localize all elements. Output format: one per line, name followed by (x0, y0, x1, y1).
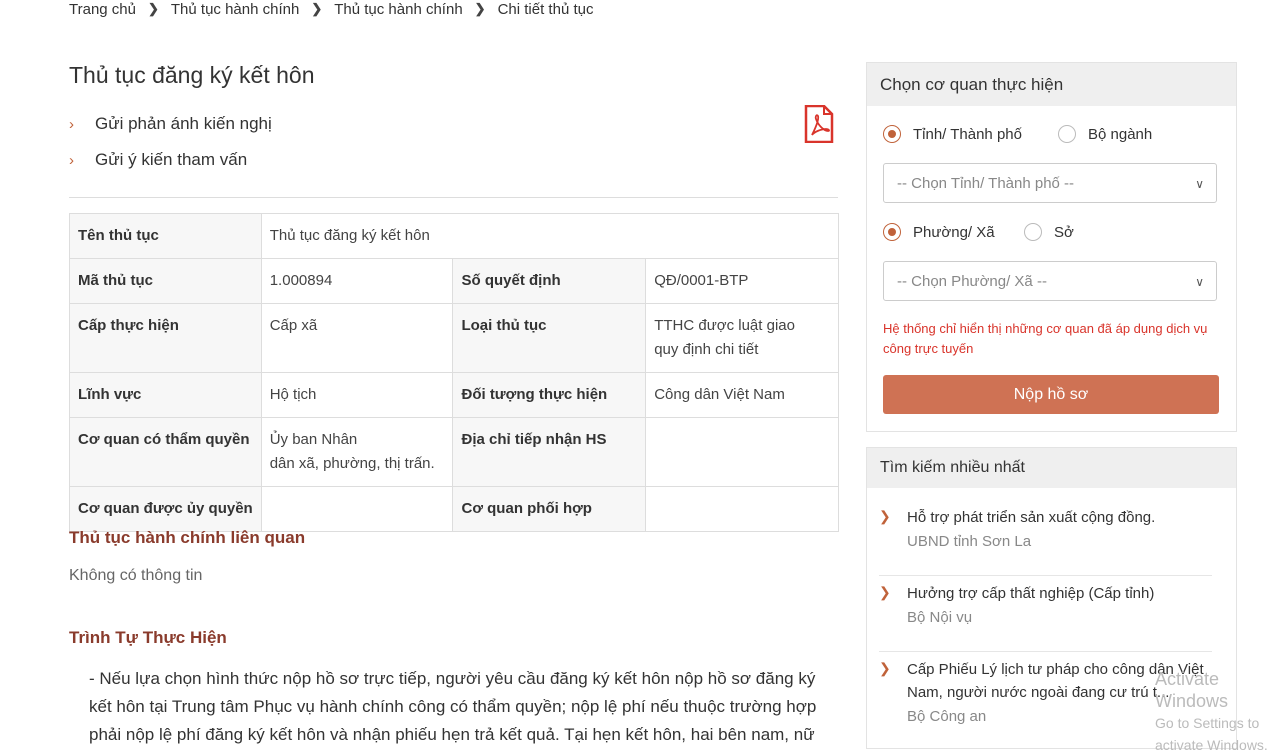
list-item[interactable]: ❯ Hưởng trợ cấp thất nghiệp (Cấp tỉnh) Bộ… (879, 582, 1224, 652)
submit-dossier-button[interactable]: Nộp hồ sơ (883, 375, 1219, 414)
table-value: QĐ/0001-BTP (645, 258, 839, 304)
list-item-title: Hưởng trợ cấp thất nghiệp (Cấp tỉnh) (907, 585, 1155, 602)
list-item-title: Hỗ trợ phát triển sản xuất cộng đồng. (907, 509, 1156, 526)
breadcrumb-current: Chi tiết thủ tục (497, 0, 594, 18)
chevron-down-icon: ∨ (1195, 275, 1204, 289)
table-label: Đối tượng thực hiện (452, 372, 647, 418)
chevron-right-icon: ❯ (311, 1, 323, 16)
pdf-icon[interactable] (804, 105, 834, 143)
table-value: TTHC được luật giao quy định chi tiết (645, 303, 839, 373)
radio-department-label: Sở (1054, 223, 1074, 241)
table-label: Cơ quan được ủy quyền (69, 486, 262, 532)
province-select[interactable]: -- Chọn Tỉnh/ Thành phố -- ∨ (883, 163, 1217, 203)
related-empty-text: Không có thông tin (69, 567, 203, 584)
table-value: Cấp xã (260, 303, 454, 373)
watermark-line2: Go to Settings to activate Windows. (1155, 715, 1268, 753)
divider (69, 197, 838, 198)
province-select-value: -- Chọn Tỉnh/ Thành phố -- (897, 175, 1075, 192)
radio-unchecked-icon (1058, 125, 1076, 143)
table-value: Hộ tịch (260, 372, 454, 418)
list-item-org: Bộ Nội vụ (907, 609, 973, 626)
radio-province-label: Tỉnh/ Thành phố (913, 125, 1022, 143)
table-value: Công dân Việt Nam (645, 372, 839, 418)
watermark-line1: Activate Windows (1155, 669, 1229, 711)
most-searched-title: Tìm kiếm nhiều nhất (867, 448, 1236, 488)
activate-windows-watermark: Activate Windows Go to Settings to activ… (1155, 668, 1274, 756)
feedback-link-label: Gửi phản ánh kiến nghị (95, 114, 272, 133)
table-label: Mã thủ tục (69, 258, 262, 304)
table-value-line: quy định chi tiết (654, 341, 759, 358)
page-title: Thủ tục đăng ký kết hôn (69, 62, 315, 88)
table-label: Số quyết định (452, 258, 647, 304)
radio-ministry-label: Bộ ngành (1088, 125, 1153, 143)
table-label: Lĩnh vực (69, 372, 262, 418)
radio-checked-icon (883, 125, 901, 143)
table-value: Thủ tục đăng ký kết hôn (260, 213, 840, 259)
table-row: Cơ quan được ủy quyền Cơ quan phối hợp (69, 486, 839, 532)
table-label: Cơ quan phối hợp (452, 486, 647, 532)
radio-ministry[interactable]: Bộ ngành (1058, 125, 1152, 143)
breadcrumb-procedures[interactable]: Thủ tục hành chính (171, 1, 299, 18)
table-value (260, 486, 454, 532)
table-label: Loại thủ tục (452, 303, 647, 373)
consult-link[interactable]: › Gửi ý kiến tham vấn (69, 142, 272, 178)
sequence-section-title: Trình Tự Thực Hiện (69, 628, 227, 647)
divider (879, 651, 1212, 652)
chevron-right-icon: › (69, 115, 74, 133)
divider (879, 575, 1212, 576)
table-row: Mã thủ tục 1.000894 Số quyết định QĐ/000… (69, 258, 839, 304)
radio-ward-label: Phường/ Xã (913, 223, 995, 241)
agency-panel: Chọn cơ quan thực hiện Tỉnh/ Thành phố B… (866, 62, 1237, 432)
table-value-line: dân xã, phường, thị trấn. (269, 455, 435, 472)
table-row: Tên thủ tục Thủ tục đăng ký kết hôn (69, 213, 840, 259)
chevron-right-icon: ❯ (474, 1, 486, 16)
radio-department[interactable]: Sở (1024, 223, 1074, 241)
table-value: 1.000894 (260, 258, 454, 304)
sequence-text: - Nếu lựa chọn hình thức nộp hồ sơ trực … (89, 669, 817, 744)
ward-select[interactable]: -- Chọn Phường/ Xã -- ∨ (883, 261, 1217, 301)
consult-link-label: Gửi ý kiến tham vấn (95, 150, 248, 169)
breadcrumb-home[interactable]: Trang chủ (69, 1, 136, 18)
table-row: Cấp thực hiện Cấp xã Loại thủ tục TTHC đ… (69, 303, 839, 373)
feedback-link[interactable]: › Gửi phản ánh kiến nghị (69, 106, 272, 142)
action-links: › Gửi phản ánh kiến nghị › Gửi ý kiến th… (69, 106, 272, 178)
breadcrumb-procedures-2[interactable]: Thủ tục hành chính (334, 1, 462, 18)
radio-ward[interactable]: Phường/ Xã (883, 223, 995, 241)
table-label: Cơ quan có thẩm quyền (69, 417, 262, 487)
chevron-right-icon: › (69, 151, 74, 169)
table-label: Tên thủ tục (69, 213, 262, 259)
table-value-line: TTHC được luật giao (654, 317, 795, 334)
radio-province[interactable]: Tỉnh/ Thành phố (883, 125, 1022, 143)
chevron-down-icon: ∨ (1195, 177, 1204, 191)
procedure-info-table: Tên thủ tục Thủ tục đăng ký kết hôn Mã t… (69, 213, 840, 532)
radio-checked-icon (883, 223, 901, 241)
table-value-line: Ủy ban Nhân (269, 431, 358, 448)
breadcrumb: Trang chủ ❯ Thủ tục hành chính ❯ Thủ tục… (69, 0, 593, 18)
table-label: Cấp thực hiện (69, 303, 262, 373)
table-value (645, 486, 839, 532)
list-item-org: UBND tỉnh Sơn La (907, 533, 1032, 550)
table-label: Địa chỉ tiếp nhận HS (452, 417, 647, 487)
chevron-right-icon: ❯ (879, 508, 891, 524)
online-service-note: Hệ thống chỉ hiển thị những cơ quan đã á… (883, 321, 1208, 356)
ward-select-value: -- Chọn Phường/ Xã -- (897, 273, 1047, 290)
list-item[interactable]: ❯ Hỗ trợ phát triển sản xuất cộng đồng. U… (879, 506, 1224, 576)
table-row: Cơ quan có thẩm quyền Ủy ban Nhân dân xã,… (69, 417, 839, 487)
chevron-right-icon: ❯ (147, 1, 159, 16)
agency-panel-title: Chọn cơ quan thực hiện (867, 63, 1236, 106)
table-value: Ủy ban Nhân dân xã, phường, thị trấn. (260, 417, 454, 487)
chevron-right-icon: ❯ (879, 660, 891, 676)
radio-unchecked-icon (1024, 223, 1042, 241)
chevron-right-icon: ❯ (879, 584, 891, 600)
table-value (645, 417, 839, 487)
table-row: Lĩnh vực Hộ tịch Đối tượng thực hiện Côn… (69, 372, 839, 418)
related-section-title: Thủ tục hành chính liên quan (69, 528, 306, 547)
